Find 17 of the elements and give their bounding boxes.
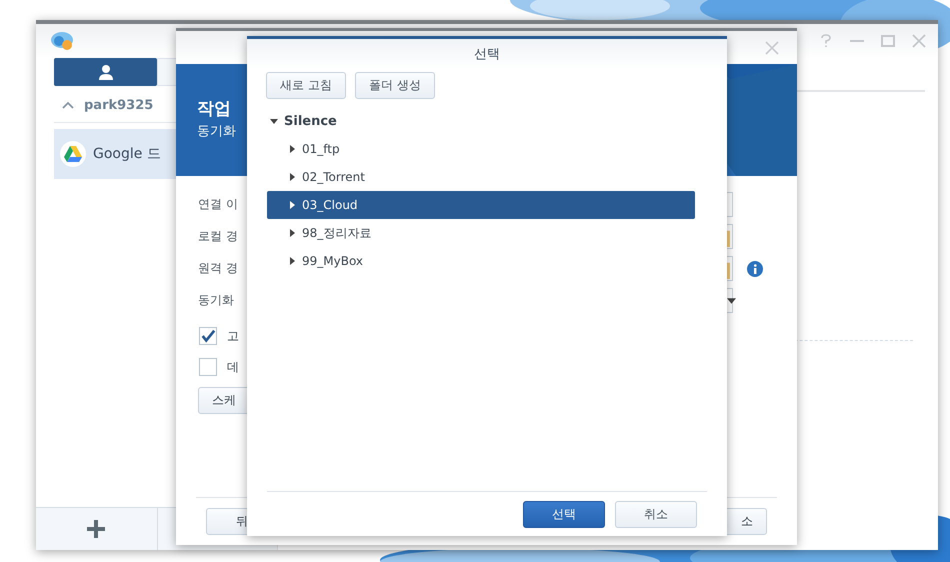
- tree-item[interactable]: 03_Cloud: [267, 191, 695, 219]
- dialog-title: 선택: [474, 46, 500, 63]
- tree-item[interactable]: 99_MyBox: [267, 247, 695, 275]
- field-label: 원격 경: [198, 260, 239, 277]
- wizard-title: 작업: [197, 98, 231, 120]
- checkbox-label: 데: [227, 358, 239, 376]
- checkbox-label: 고: [227, 328, 239, 344]
- field-label: 동기화: [198, 292, 235, 309]
- field-label: 연결 이: [198, 196, 239, 213]
- tree-item[interactable]: 98_정리자료: [267, 219, 695, 247]
- account-name: park9325: [84, 98, 154, 112]
- toolbar-button[interactable]: 새로 고침: [266, 72, 346, 99]
- dialog-button[interactable]: 취소: [615, 500, 697, 528]
- toolbar-button[interactable]: 폴더 생성: [355, 72, 435, 99]
- dialog-button[interactable]: 선택: [523, 500, 605, 528]
- schedule-button[interactable]: 스케: [198, 387, 250, 414]
- field-label: 로컬 경: [198, 228, 239, 245]
